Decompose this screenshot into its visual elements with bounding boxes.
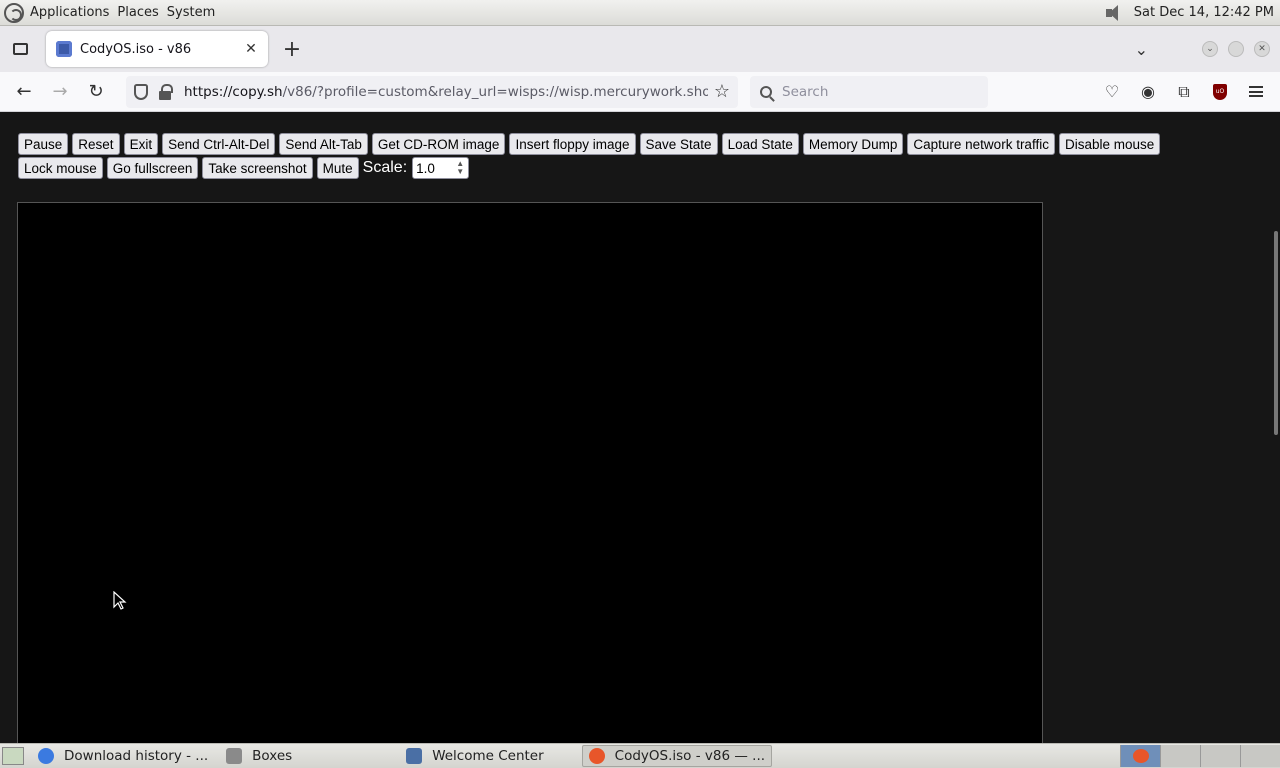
task-label: CodyOS.iso - v86 — ...	[614, 748, 766, 764]
tracking-protection-shield-icon[interactable]	[134, 83, 148, 100]
task-label: Download history - ...	[64, 748, 209, 764]
maximize-window-button[interactable]	[1228, 41, 1244, 57]
v86-favicon-icon	[56, 41, 72, 57]
places-menu[interactable]: Places	[117, 5, 158, 20]
tab-close-icon[interactable]: ✕	[242, 41, 260, 57]
send-alt-tab-button[interactable]: Send Alt-Tab	[279, 133, 368, 155]
pause-button[interactable]: Pause	[18, 133, 69, 155]
ublock-origin-button[interactable]: uO	[1202, 76, 1238, 108]
url-path: /v86/?profile=custom&relay_url=wisps://w…	[282, 83, 708, 100]
browser-tab[interactable]: CodyOS.iso - v86 ✕	[46, 31, 268, 67]
account-icon[interactable]: ◉	[1130, 76, 1166, 108]
reload-button[interactable]: ↻	[78, 76, 114, 108]
minimize-window-button[interactable]: ⌄	[1202, 41, 1218, 57]
url-text[interactable]: https://copy.sh/v86/?profile=custom&rela…	[184, 84, 708, 100]
toolbar-extensions: ♡ ◉ ⧉ uO	[1094, 76, 1280, 108]
close-window-button[interactable]: ✕	[1254, 41, 1270, 57]
chrome-icon	[38, 748, 54, 764]
insert-floppy-image-button[interactable]: Insert floppy image	[509, 133, 636, 155]
bookmark-star-icon[interactable]: ☆	[714, 81, 730, 102]
disable-mouse-button[interactable]: Disable mouse	[1058, 133, 1161, 155]
lock-mouse-button[interactable]: Lock mouse	[18, 157, 103, 179]
taskbar-item-boxes[interactable]: Boxes	[220, 745, 298, 767]
panel-menu-bar: Applications Places System	[4, 2, 223, 23]
firefox-icon	[588, 748, 605, 764]
taskbar-item-welcome-center[interactable]: Welcome Center	[400, 745, 549, 767]
workspace-2[interactable]	[1160, 745, 1200, 767]
taskbar-item-codyos-v86[interactable]: CodyOS.iso - v86 — ...	[581, 745, 773, 767]
extensions-puzzle-icon[interactable]: ⧉	[1166, 76, 1202, 108]
workspace-3[interactable]	[1200, 745, 1240, 767]
taskbar-item-download-history[interactable]: Download history - ...	[32, 745, 214, 767]
memory-dump-button[interactable]: Memory Dump	[802, 133, 904, 155]
navigation-toolbar: ← → ↻ https://copy.sh/v86/?profile=custo…	[0, 72, 1280, 112]
task-label: Boxes	[252, 748, 293, 764]
top-panel: Applications Places System Sat Dec 14, 1…	[0, 0, 1280, 26]
scale-spinner-icon[interactable]: ▲ ▼	[456, 160, 464, 176]
go-fullscreen-button[interactable]: Go fullscreen	[106, 157, 199, 179]
ublock-shield-icon: uO	[1213, 83, 1227, 100]
forward-button[interactable]: →	[42, 76, 78, 108]
workspace-1[interactable]	[1120, 745, 1160, 767]
task-label: Welcome Center	[432, 748, 544, 764]
firefox-icon	[1132, 749, 1149, 763]
take-screenshot-button[interactable]: Take screenshot	[202, 157, 313, 179]
volume-icon[interactable]	[1105, 4, 1122, 22]
firefox-view-button[interactable]	[0, 26, 40, 72]
search-input[interactable]: Search	[750, 75, 988, 108]
load-state-button[interactable]: Load State	[721, 133, 799, 155]
show-desktop-icon[interactable]	[2, 747, 24, 765]
send-ctrl-alt-del-button[interactable]: Send Ctrl-Alt-Del	[162, 133, 276, 155]
panel-clock[interactable]: Sat Dec 14, 12:42 PM	[1134, 5, 1274, 20]
mute-button[interactable]: Mute	[316, 157, 359, 179]
applications-menu[interactable]: Applications	[30, 5, 109, 20]
get-cdrom-image-button[interactable]: Get CD-ROM image	[371, 133, 506, 155]
scale-input[interactable]: 1.0 ▲ ▼	[412, 157, 470, 179]
tab-title: CodyOS.iso - v86	[80, 41, 192, 57]
workspace-4[interactable]	[1240, 745, 1280, 767]
scale-value: 1.0	[416, 160, 435, 176]
reset-button[interactable]: Reset	[72, 133, 120, 155]
workspace-switcher	[1120, 745, 1280, 767]
save-state-button[interactable]: Save State	[639, 133, 718, 155]
page-scrollbar[interactable]	[1274, 231, 1278, 435]
new-tab-button[interactable]: +	[274, 37, 310, 62]
system-menu[interactable]: System	[167, 5, 215, 20]
app-menu-button[interactable]	[1238, 76, 1274, 108]
bottom-taskbar: Download history - ... Boxes Welcome Cen…	[0, 743, 1280, 768]
scale-label: Scale:	[362, 159, 408, 176]
distro-logo-icon[interactable]	[4, 2, 24, 23]
url-host: https://copy.sh	[184, 83, 283, 100]
emulator-controls: Pause Reset Exit Send Ctrl-Alt-Del Send …	[18, 133, 1248, 179]
search-placeholder: Search	[782, 83, 829, 100]
lock-icon[interactable]	[158, 83, 174, 100]
exit-button[interactable]: Exit	[123, 133, 159, 155]
hamburger-menu-icon	[1249, 86, 1263, 97]
back-button[interactable]: ←	[6, 76, 42, 108]
tab-strip: CodyOS.iso - v86 ✕ + ⌄ ⌄ ✕	[0, 26, 1280, 72]
search-icon	[760, 85, 772, 98]
emulator-screen[interactable]	[17, 202, 1043, 747]
pocket-icon[interactable]: ♡	[1094, 76, 1130, 108]
list-all-tabs-chevron-icon[interactable]: ⌄	[1135, 40, 1148, 59]
tab-strip-controls: ⌄ ⌄ ✕	[1135, 40, 1280, 59]
boxes-icon	[226, 748, 243, 764]
url-bar[interactable]: https://copy.sh/v86/?profile=custom&rela…	[126, 75, 738, 108]
firefox-view-icon	[12, 43, 28, 55]
page-content: Pause Reset Exit Send Ctrl-Alt-Del Send …	[0, 113, 1280, 747]
window-icon	[406, 748, 423, 764]
capture-network-traffic-button[interactable]: Capture network traffic	[907, 133, 1055, 155]
panel-tray: Sat Dec 14, 12:42 PM	[1105, 4, 1274, 22]
